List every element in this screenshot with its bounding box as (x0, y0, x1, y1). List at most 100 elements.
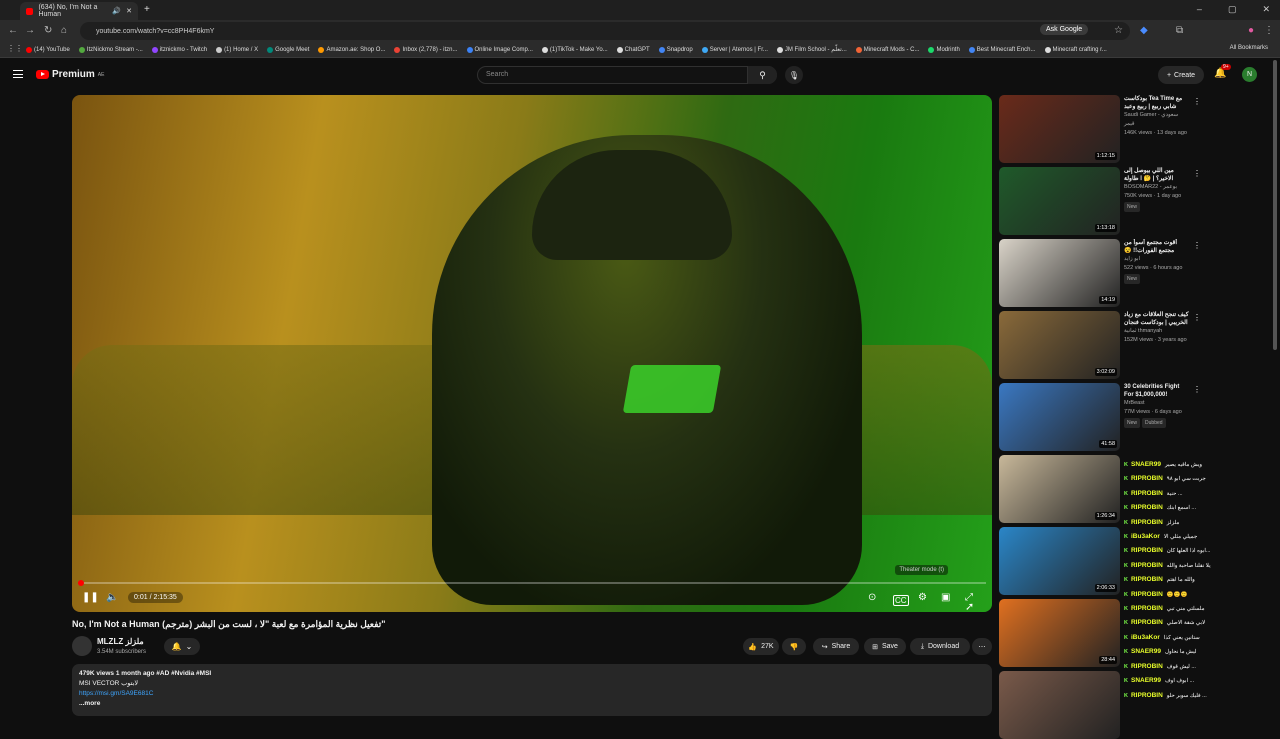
bookmark-item[interactable]: Online Image Comp... (467, 47, 533, 53)
more-vertical-icon[interactable]: ⋮ (1193, 313, 1201, 322)
video-thumbnail[interactable]: 1:12:15 (999, 95, 1120, 163)
extension-icon[interactable]: ◆ (1140, 25, 1148, 36)
dislike-button[interactable]: 👎 (782, 638, 806, 655)
new-tab-icon[interactable]: + (144, 4, 150, 15)
more-actions-button[interactable]: ⋯ (972, 638, 992, 655)
related-video-channel[interactable]: ابو زايد (1124, 255, 1189, 264)
tab-audio-icon[interactable]: 🔊 (112, 7, 121, 15)
more-vertical-icon[interactable]: ⋮ (1193, 169, 1201, 178)
voice-search-button[interactable]: 🎙 (785, 66, 803, 84)
video-thumbnail[interactable]: 41:58 (999, 383, 1120, 451)
bookmark-item[interactable]: Inbox (2,778) - itzn... (394, 47, 457, 53)
video-thumbnail[interactable]: 28:44 (999, 599, 1120, 667)
more-vertical-icon[interactable]: ⋮ (1193, 385, 1201, 394)
bookmark-item[interactable]: Snapdrop (659, 47, 693, 53)
channel-avatar[interactable] (72, 636, 92, 656)
related-video-channel[interactable]: BOSOMAR22 - بوعمر (1124, 183, 1189, 192)
download-button[interactable]: ⤓ Download (910, 638, 970, 655)
all-bookmarks[interactable]: All Bookmarks (1230, 45, 1268, 51)
search-button[interactable]: ⚲ (747, 66, 777, 84)
chat-message: KRIPROBINفليك سوبر حلو ... (1124, 689, 1274, 703)
subscribed-notification-button[interactable]: 🔔 ⌄ (164, 638, 200, 655)
bookmark-item[interactable]: Server | Aternos | Fr... (702, 47, 768, 53)
home-icon[interactable]: ⌂ (61, 25, 67, 36)
channel-name[interactable]: MLZLZ ملزلز (97, 637, 144, 646)
reload-icon[interactable]: ↻ (44, 25, 52, 36)
bookmark-item[interactable]: Modrinth (928, 47, 959, 53)
related-video-item[interactable]: 41:5830 Celebrities Fight For $1,000,000… (999, 383, 1269, 451)
description-link[interactable]: https://msi.gm/SA9E681C (79, 690, 153, 697)
tab-close-icon[interactable]: ✕ (126, 7, 132, 15)
chat-text: ليش قوف ... (1167, 664, 1196, 670)
bookmark-item[interactable]: (14) YouTube (26, 47, 70, 53)
more-vertical-icon[interactable]: ⋮ (1193, 241, 1201, 250)
video-thumbnail[interactable]: 3:02:09 (999, 311, 1120, 379)
ask-google-button[interactable]: Ask Google (1040, 24, 1088, 35)
related-video-item[interactable]: 1:12:15بودكاست Tea Time مع شابي ربيع | ر… (999, 95, 1269, 163)
hamburger-menu-icon[interactable] (13, 70, 23, 78)
bookmark-item[interactable]: JM Film School - تعلّم... (777, 46, 847, 53)
maximize-icon[interactable]: ▢ (1228, 4, 1237, 15)
related-video-item[interactable]: 14:19أقوت مجتمع أسوأ من مجتمع الفورات!! … (999, 239, 1269, 307)
subscriber-count: 3.54M subscribers (97, 649, 146, 655)
video-player[interactable]: Theater mode (t) ❚❚ 🔈 0:01 / 2:15:35 ⊙ C… (72, 95, 992, 612)
related-video-title[interactable]: مين اللي بيوصل إلى الاخير؟ | 🤔 ا طاولة ا… (1124, 167, 1189, 183)
bookmark-item[interactable]: ItzNickmo Stream -... (79, 47, 143, 53)
bookmark-item[interactable]: Minecraft Mods - C... (856, 47, 920, 53)
close-window-icon[interactable]: ✕ (1262, 4, 1270, 15)
bookmark-star-icon[interactable]: ☆ (1114, 25, 1123, 36)
forward-icon[interactable]: → (25, 25, 35, 36)
related-video-item[interactable]: 1:13:18مين اللي بيوصل إلى الاخير؟ | 🤔 ا … (999, 167, 1269, 235)
more-vertical-icon[interactable]: ⋮ (1193, 97, 1201, 106)
related-video-title[interactable]: بودكاست Tea Time مع شابي ربيع | ربيع وعب… (1124, 95, 1189, 111)
autoplay-toggle-icon[interactable]: ⊙ (868, 592, 876, 603)
bookmark-item[interactable]: (1)TikTok - Make Yo... (542, 47, 608, 53)
settings-gear-icon[interactable]: ⚙ (918, 592, 927, 603)
page-scrollbar[interactable] (1273, 60, 1277, 350)
description-more[interactable]: ...more (79, 699, 985, 709)
save-button[interactable]: ⊞ Save (864, 638, 906, 655)
chat-text: ابوف اوف ... (1165, 678, 1194, 684)
related-video-title[interactable]: 30 Celebrities Fight For $1,000,000! (1124, 383, 1189, 399)
apps-grid-icon[interactable]: ⋮⋮ (7, 44, 23, 53)
captions-icon[interactable]: CC (893, 595, 909, 606)
profile-icon[interactable]: ● (1248, 25, 1254, 36)
minimize-icon[interactable]: – (1197, 4, 1202, 15)
video-thumbnail[interactable] (999, 671, 1120, 739)
description-box[interactable]: 479K views 1 month ago #AD #Nvidia #MSI … (72, 664, 992, 716)
bookmark-item[interactable]: Best Minecraft Ench... (969, 47, 1036, 53)
related-video-title[interactable]: كيف تنجح العلاقات مع زياد الخريبي | بودك… (1124, 311, 1189, 327)
video-thumbnail[interactable]: 2:06:33 (999, 527, 1120, 595)
volume-icon[interactable]: 🔈 (106, 592, 118, 603)
bookmark-item[interactable]: Amazon.ae: Shop O... (318, 47, 385, 53)
url-bar[interactable]: youtube.com/watch?v=cc8PH4F6kmY (80, 22, 1130, 40)
progress-scrubber-handle[interactable] (78, 580, 84, 586)
video-thumbnail[interactable]: 1:26:34 (999, 455, 1120, 523)
pause-icon[interactable]: ❚❚ (82, 592, 99, 603)
related-video-title[interactable]: أقوت مجتمع أسوأ من مجتمع الفورات!! 😵 (+1… (1124, 239, 1189, 255)
video-thumbnail[interactable]: 14:19 (999, 239, 1120, 307)
related-video-channel[interactable]: Saudi Gamer - سعودي قيمر (1124, 111, 1189, 129)
search-input[interactable]: Search (477, 66, 777, 84)
related-video-channel[interactable]: MrBeast (1124, 399, 1189, 408)
related-video-item[interactable]: 3:02:09كيف تنجح العلاقات مع زياد الخريبي… (999, 311, 1269, 379)
browser-tab-active[interactable]: (634) No, I'm Not a Human 🔊 ✕ (20, 2, 138, 20)
share-button[interactable]: ↪ Share (813, 638, 859, 655)
account-avatar[interactable]: N (1242, 67, 1257, 82)
bookmark-item[interactable]: ChatGPT (617, 47, 650, 53)
like-button[interactable]: 👍 27K (743, 638, 779, 655)
video-thumbnail[interactable]: 1:13:18 (999, 167, 1120, 235)
browser-menu-icon[interactable]: ⋮ (1264, 25, 1274, 36)
extensions-puzzle-icon[interactable]: ⧉ (1176, 25, 1183, 36)
create-button[interactable]: + Create (1158, 66, 1204, 84)
bookmark-item[interactable]: (1) Home / X (216, 47, 258, 53)
bookmark-item[interactable]: itznickmo - Twitch (152, 47, 207, 53)
bookmark-item[interactable]: Google Meet (267, 47, 309, 53)
youtube-premium-logo[interactable]: Premium AE (36, 69, 104, 80)
chat-text: ملزلز (1167, 520, 1180, 526)
bookmark-item[interactable]: Minecraft crafting r... (1045, 47, 1107, 53)
progress-bar[interactable] (78, 582, 986, 584)
related-video-channel[interactable]: ثمانية thmanyah (1124, 327, 1189, 336)
miniplayer-icon[interactable]: ▣ (941, 592, 950, 603)
back-icon[interactable]: ← (8, 25, 18, 36)
